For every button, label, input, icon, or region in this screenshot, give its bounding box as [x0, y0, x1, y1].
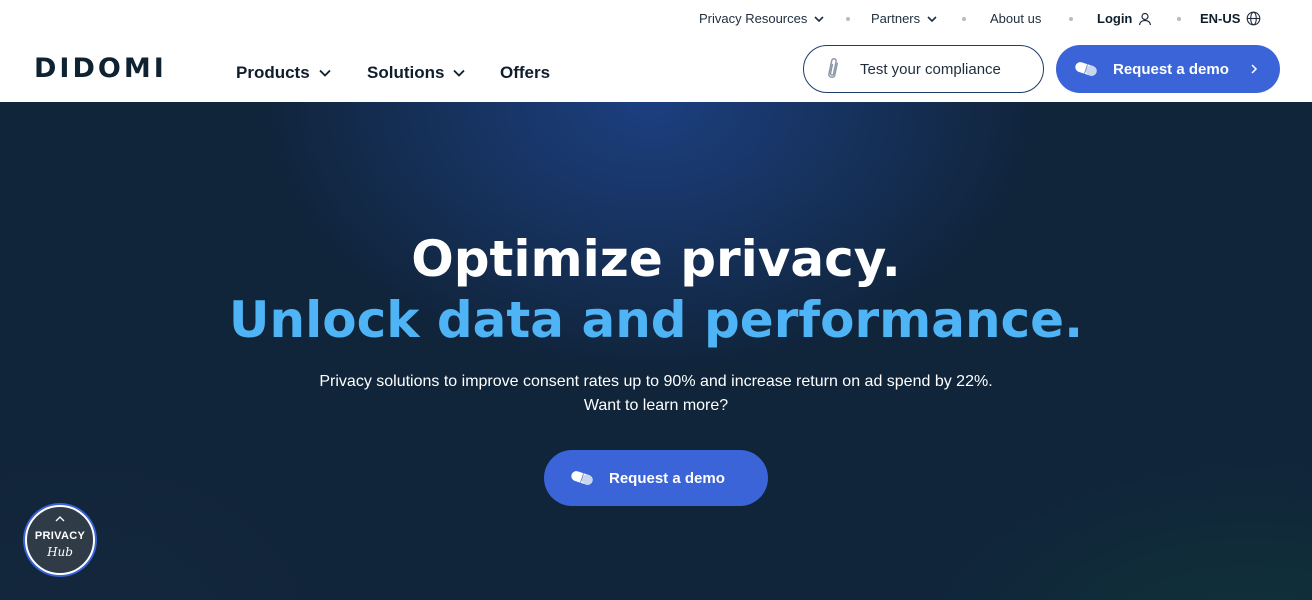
chevron-right-icon	[1251, 64, 1257, 74]
nav-products[interactable]: Products	[236, 63, 332, 83]
request-demo-label: Request a demo	[1113, 60, 1229, 78]
request-demo-button[interactable]: Request a demo	[1056, 45, 1280, 93]
login-label: Login	[1097, 11, 1133, 26]
nav-offers-label: Offers	[500, 63, 551, 82]
hero-title-line1: Optimize privacy.	[411, 230, 901, 288]
chevron-down-icon	[927, 15, 937, 22]
didomi-logo[interactable]: DIDOMI	[34, 53, 167, 84]
nav-solutions-label: Solutions	[367, 63, 445, 82]
hero-subtitle-line1: Privacy solutions to improve consent rat…	[319, 373, 993, 390]
privacy-resources-label: Privacy Resources	[699, 11, 808, 26]
pill-icon	[571, 471, 593, 485]
separator-dot	[846, 17, 850, 21]
utility-bar: Privacy Resources Partners About us Logi…	[0, 0, 1312, 38]
partners-menu[interactable]: Partners	[871, 11, 938, 26]
partners-label: Partners	[871, 11, 921, 26]
test-compliance-button[interactable]: Test your compliance	[803, 45, 1044, 93]
hero-title-line2: Unlock data and performance.	[228, 291, 1084, 349]
about-us-link[interactable]: About us	[990, 11, 1041, 26]
separator-dot	[1177, 17, 1181, 21]
pill-icon	[1075, 62, 1097, 76]
hero-subtitle: Privacy solutions to improve consent rat…	[0, 370, 1312, 418]
main-header: DIDOMI Products Solutions Offers Test yo…	[0, 38, 1312, 102]
hero-section: Optimize privacy. Unlock data and perfor…	[0, 102, 1312, 600]
language-selector[interactable]: EN-US	[1200, 11, 1261, 26]
hero-request-demo-button[interactable]: Request a demo	[544, 450, 768, 506]
test-compliance-label: Test your compliance	[860, 60, 1001, 78]
separator-dot	[962, 17, 966, 21]
separator-dot	[1069, 17, 1073, 21]
chevron-down-icon	[453, 69, 466, 77]
user-icon	[1139, 12, 1152, 25]
nav-products-label: Products	[236, 63, 310, 82]
privacy-hub-badge[interactable]: PRIVACY Hub	[25, 505, 95, 575]
chevron-down-icon	[814, 15, 824, 22]
hero-subtitle-line2: Want to learn more?	[583, 397, 729, 414]
nav-solutions[interactable]: Solutions	[367, 63, 466, 83]
about-us-label: About us	[990, 11, 1042, 26]
chevron-up-icon	[55, 516, 65, 522]
nav-offers[interactable]: Offers	[500, 63, 550, 83]
language-label: EN-US	[1200, 11, 1241, 26]
login-link[interactable]: Login	[1097, 11, 1152, 26]
chevron-down-icon	[319, 69, 331, 77]
privacy-hub-line2: Hub	[47, 545, 73, 559]
paperclip-icon	[828, 58, 839, 78]
privacy-hub-line1: PRIVACY	[34, 530, 86, 542]
privacy-resources-menu[interactable]: Privacy Resources	[699, 11, 825, 26]
globe-icon	[1247, 11, 1261, 26]
hero-request-demo-label: Request a demo	[609, 469, 725, 487]
